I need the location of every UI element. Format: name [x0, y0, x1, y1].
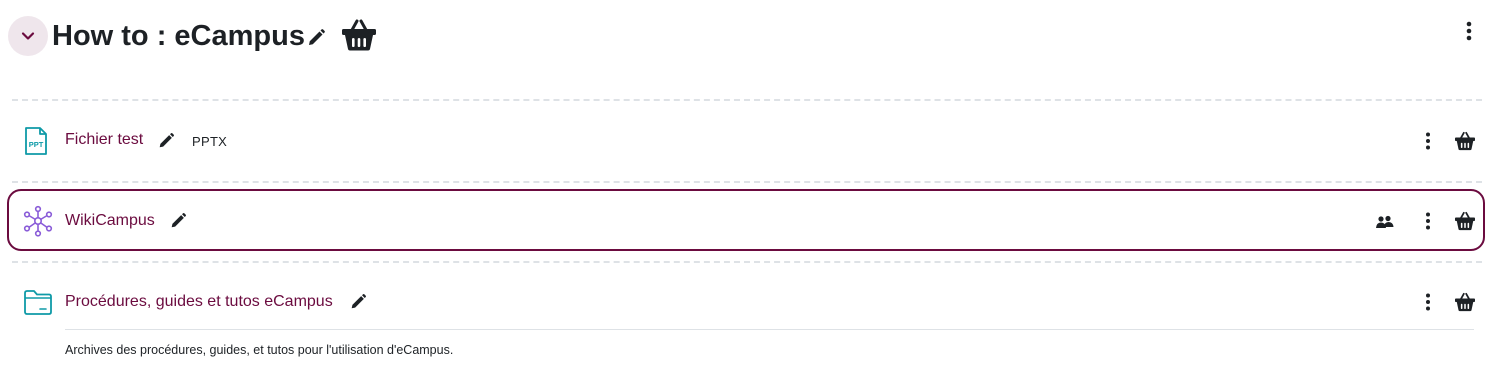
description-separator — [65, 329, 1474, 330]
groups-icon — [1376, 215, 1394, 228]
activity-link-fichier-test[interactable]: Fichier test — [65, 131, 143, 149]
pencil-icon — [159, 132, 175, 148]
ppt-file-icon: PPT — [22, 126, 50, 156]
folder-icon — [23, 288, 53, 316]
activity-basket-button[interactable] — [1454, 131, 1476, 151]
section-basket-button[interactable] — [341, 18, 377, 52]
basket-icon — [1455, 131, 1475, 151]
pencil-icon — [351, 293, 367, 309]
file-type-badge: PPTX — [192, 134, 228, 149]
activity-link-procedures[interactable]: Procédures, guides et tutos eCampus — [65, 293, 333, 311]
basket-icon — [1455, 292, 1475, 312]
wiki-network-icon — [22, 205, 54, 237]
kebab-icon — [1466, 21, 1472, 41]
activity-menu-button[interactable] — [1419, 292, 1437, 312]
activity-menu-button[interactable] — [1419, 211, 1437, 231]
kebab-icon — [1426, 132, 1430, 150]
divider — [12, 261, 1482, 263]
pencil-icon — [171, 212, 187, 228]
highlighted-activity-row — [7, 189, 1485, 251]
kebab-icon — [1426, 293, 1430, 311]
activity-basket-button[interactable] — [1454, 292, 1476, 312]
edit-name-button[interactable] — [169, 212, 187, 230]
group-mode-button[interactable] — [1375, 214, 1395, 230]
edit-name-button[interactable] — [157, 132, 175, 150]
kebab-icon — [1426, 212, 1430, 230]
divider — [12, 99, 1482, 101]
edit-name-button[interactable] — [349, 293, 367, 311]
svg-text:PPT: PPT — [29, 140, 44, 149]
activity-description: Archives des procédures, guides, et tuto… — [65, 343, 454, 357]
activity-link-wikicampus[interactable]: WikiCampus — [65, 212, 155, 230]
collapse-section-button[interactable] — [8, 16, 48, 56]
pencil-icon — [309, 29, 325, 45]
divider — [12, 181, 1482, 183]
section-menu-button[interactable] — [1459, 20, 1479, 42]
basket-icon — [1455, 211, 1475, 231]
edit-title-button[interactable] — [306, 28, 326, 48]
chevron-down-icon — [21, 32, 35, 40]
basket-icon — [342, 19, 376, 51]
activity-basket-button[interactable] — [1454, 211, 1476, 231]
section-title[interactable]: How to : eCampus — [52, 14, 305, 58]
activity-menu-button[interactable] — [1419, 131, 1437, 151]
